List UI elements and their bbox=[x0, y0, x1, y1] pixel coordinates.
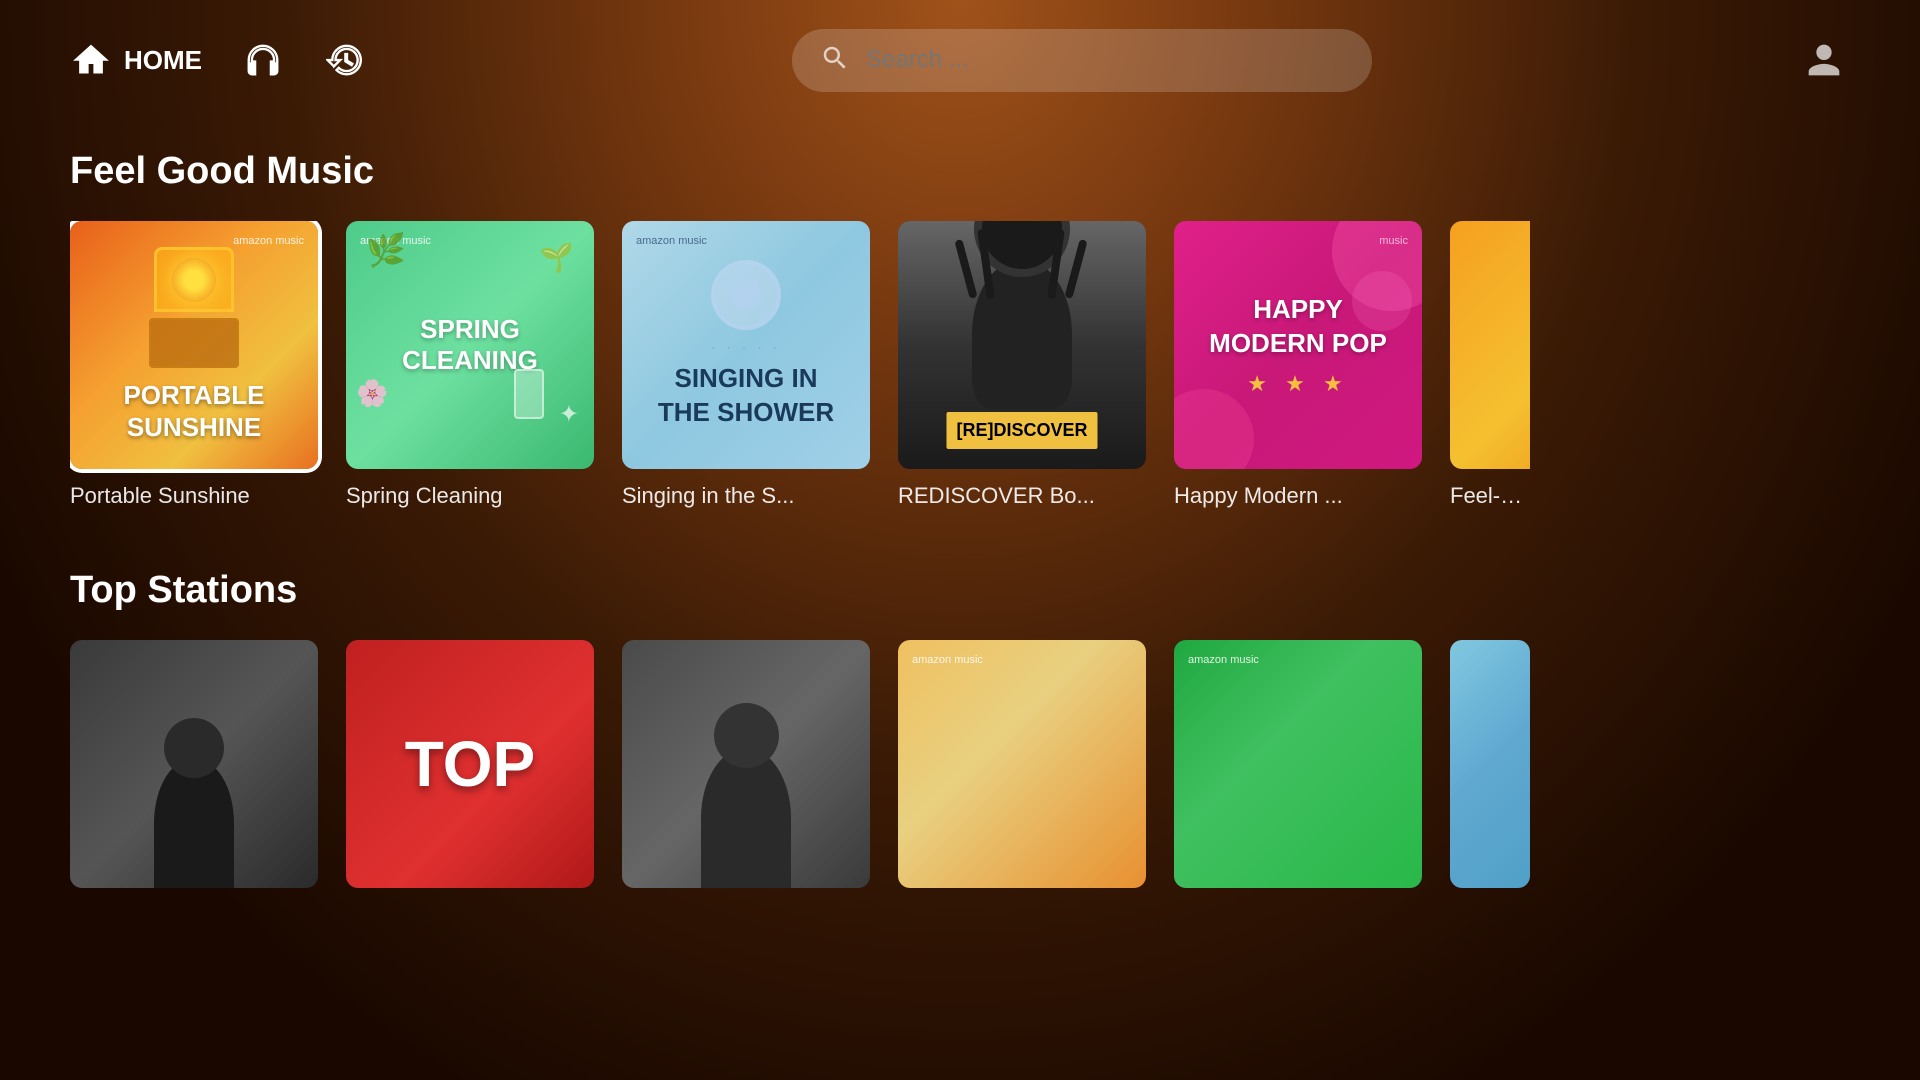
history-icon bbox=[324, 39, 366, 81]
playlist-label-portable-sunshine: Portable Sunshine bbox=[70, 483, 318, 509]
badge-shower: amazon music bbox=[636, 235, 707, 247]
playlist-card-shower: amazon music · · · · · SINGING INTHE SHO… bbox=[622, 221, 870, 469]
top-stations-title: Top Stations bbox=[70, 569, 1850, 612]
shower-text: SINGING INTHE SHOWER bbox=[658, 362, 834, 430]
playlist-item-spring-cleaning[interactable]: amazon music 🌿 🌱 🌸 ✦ SPRINGCLEANING Spri… bbox=[346, 221, 594, 509]
feel-good-music-section: Feel Good Music amazon music PORTABLESUN… bbox=[0, 150, 1920, 509]
headphones-icon bbox=[242, 39, 284, 81]
station-card-top[interactable]: TOP bbox=[346, 640, 594, 888]
playlist-label-rediscover: REDISCOVER Bo... bbox=[898, 483, 1146, 509]
home-icon bbox=[70, 39, 112, 81]
playlist-card-feel-good-country: FEELCOU... bbox=[1450, 221, 1530, 469]
station-card-6[interactable] bbox=[1450, 640, 1530, 888]
playlist-card-spring-cleaning: amazon music 🌿 🌱 🌸 ✦ SPRINGCLEANING bbox=[346, 221, 594, 469]
badge-station-5: amazon music bbox=[1188, 654, 1259, 666]
playlist-label-happy-modern: Happy Modern ... bbox=[1174, 483, 1422, 509]
search-icon bbox=[820, 43, 850, 78]
nav-home-label: HOME bbox=[124, 45, 202, 76]
station-row: TOP amazon music amazon music bbox=[70, 640, 1850, 888]
header: HOME bbox=[0, 0, 1920, 120]
rediscover-badge: [RE]DISCOVER bbox=[946, 412, 1097, 449]
user-profile-icon[interactable] bbox=[1798, 34, 1850, 86]
nav-home[interactable]: HOME bbox=[70, 39, 202, 81]
station-card-3[interactable] bbox=[622, 640, 870, 888]
badge-portable-sunshine: amazon music bbox=[233, 235, 304, 247]
station-card-5[interactable]: amazon music bbox=[1174, 640, 1422, 888]
badge-station-4: amazon music bbox=[912, 654, 983, 666]
playlist-item-portable-sunshine[interactable]: amazon music PORTABLESUNSHINE Portable S… bbox=[70, 221, 318, 509]
search-container bbox=[366, 29, 1798, 92]
playlist-label-shower: Singing in the S... bbox=[622, 483, 870, 509]
playlist-card-rediscover: amazon music [RE]DISCOVER bbox=[898, 221, 1146, 469]
playlist-item-happy-modern[interactable]: music HAPPYMODERN POP ★ ★ ★ Happy Modern… bbox=[1174, 221, 1422, 509]
top-stations-section: Top Stations TOP bbox=[0, 569, 1920, 888]
feel-good-title: Feel Good Music bbox=[70, 150, 1850, 193]
playlist-label-spring-cleaning: Spring Cleaning bbox=[346, 483, 594, 509]
playlist-card-happy-modern: music HAPPYMODERN POP ★ ★ ★ bbox=[1174, 221, 1422, 469]
playlist-card-portable-sunshine: amazon music PORTABLESUNSHINE bbox=[70, 221, 318, 469]
top-station-label: TOP bbox=[405, 727, 535, 801]
station-card-1[interactable] bbox=[70, 640, 318, 888]
playlist-item-rediscover[interactable]: amazon music [RE]DISCOVER bbox=[898, 221, 1146, 509]
stars-happy-modern: ★ ★ ★ bbox=[1247, 371, 1348, 397]
playlist-item-feel-good-country[interactable]: FEELCOU... Feel-Go... bbox=[1450, 221, 1530, 509]
search-input[interactable] bbox=[866, 46, 1344, 74]
nav-history[interactable] bbox=[324, 39, 366, 81]
nav-headphones[interactable] bbox=[242, 39, 284, 81]
feel-good-playlist-row: amazon music PORTABLESUNSHINE Portable S… bbox=[70, 221, 1850, 509]
playlist-item-shower[interactable]: amazon music · · · · · SINGING INTHE SHO… bbox=[622, 221, 870, 509]
station-card-4[interactable]: amazon music bbox=[898, 640, 1146, 888]
main-nav: HOME bbox=[70, 39, 366, 81]
playlist-label-feel-good-country: Feel-Go... bbox=[1450, 483, 1530, 509]
search-bar[interactable] bbox=[792, 29, 1372, 92]
